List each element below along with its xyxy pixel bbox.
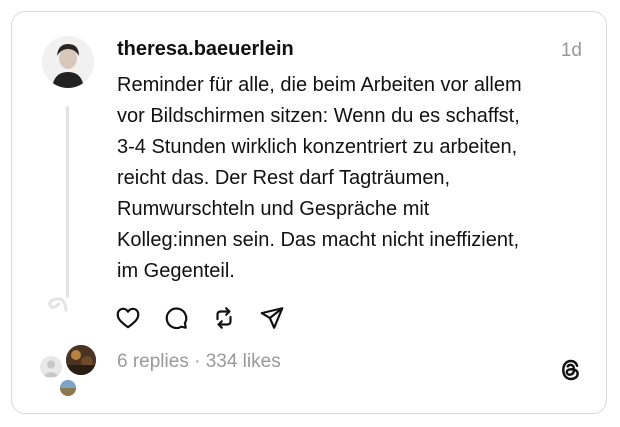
post-text-line: im Gegenteil. [117, 260, 235, 282]
reply-avatar[interactable] [66, 345, 96, 375]
send-icon [260, 307, 284, 329]
comment-icon [165, 307, 188, 330]
author-username[interactable]: theresa.baeuerlein [117, 38, 294, 61]
reply-avatar-placeholder[interactable] [40, 356, 62, 378]
post-actions [115, 303, 307, 333]
repost-icon [216, 307, 232, 329]
reply-button[interactable] [163, 303, 211, 333]
post-text-line: Kolleg:innen sein. Das macht nicht ineff… [117, 229, 520, 251]
heart-icon [116, 307, 140, 329]
post-text: Reminder für alle, die beim Arbeiten vor… [117, 70, 587, 287]
author-avatar[interactable] [42, 36, 94, 88]
post-text-line: reicht das. Der Rest darf Tagträumen, [117, 167, 451, 189]
like-button[interactable] [115, 303, 163, 333]
post-time: 1d [560, 40, 582, 61]
threads-logo-icon[interactable] [557, 356, 585, 384]
share-button[interactable] [259, 303, 307, 333]
post-text-line: 3-4 Stunden wirklich konzentriert zu arb… [117, 136, 518, 158]
thread-loop-icon [48, 297, 68, 312]
post-stats[interactable]: 6 replies · 334 likes [117, 351, 281, 373]
post-text-line: Rumwurschteln und Gespräche mit [117, 198, 430, 220]
repost-button[interactable] [211, 303, 259, 333]
post-text-line: Reminder für alle, die beim Arbeiten vor… [117, 74, 522, 96]
post-text-line: vor Bildschirmen sitzen: Wenn du es scha… [117, 105, 520, 127]
thread-line [66, 106, 69, 298]
reply-avatar-small[interactable] [60, 380, 76, 396]
